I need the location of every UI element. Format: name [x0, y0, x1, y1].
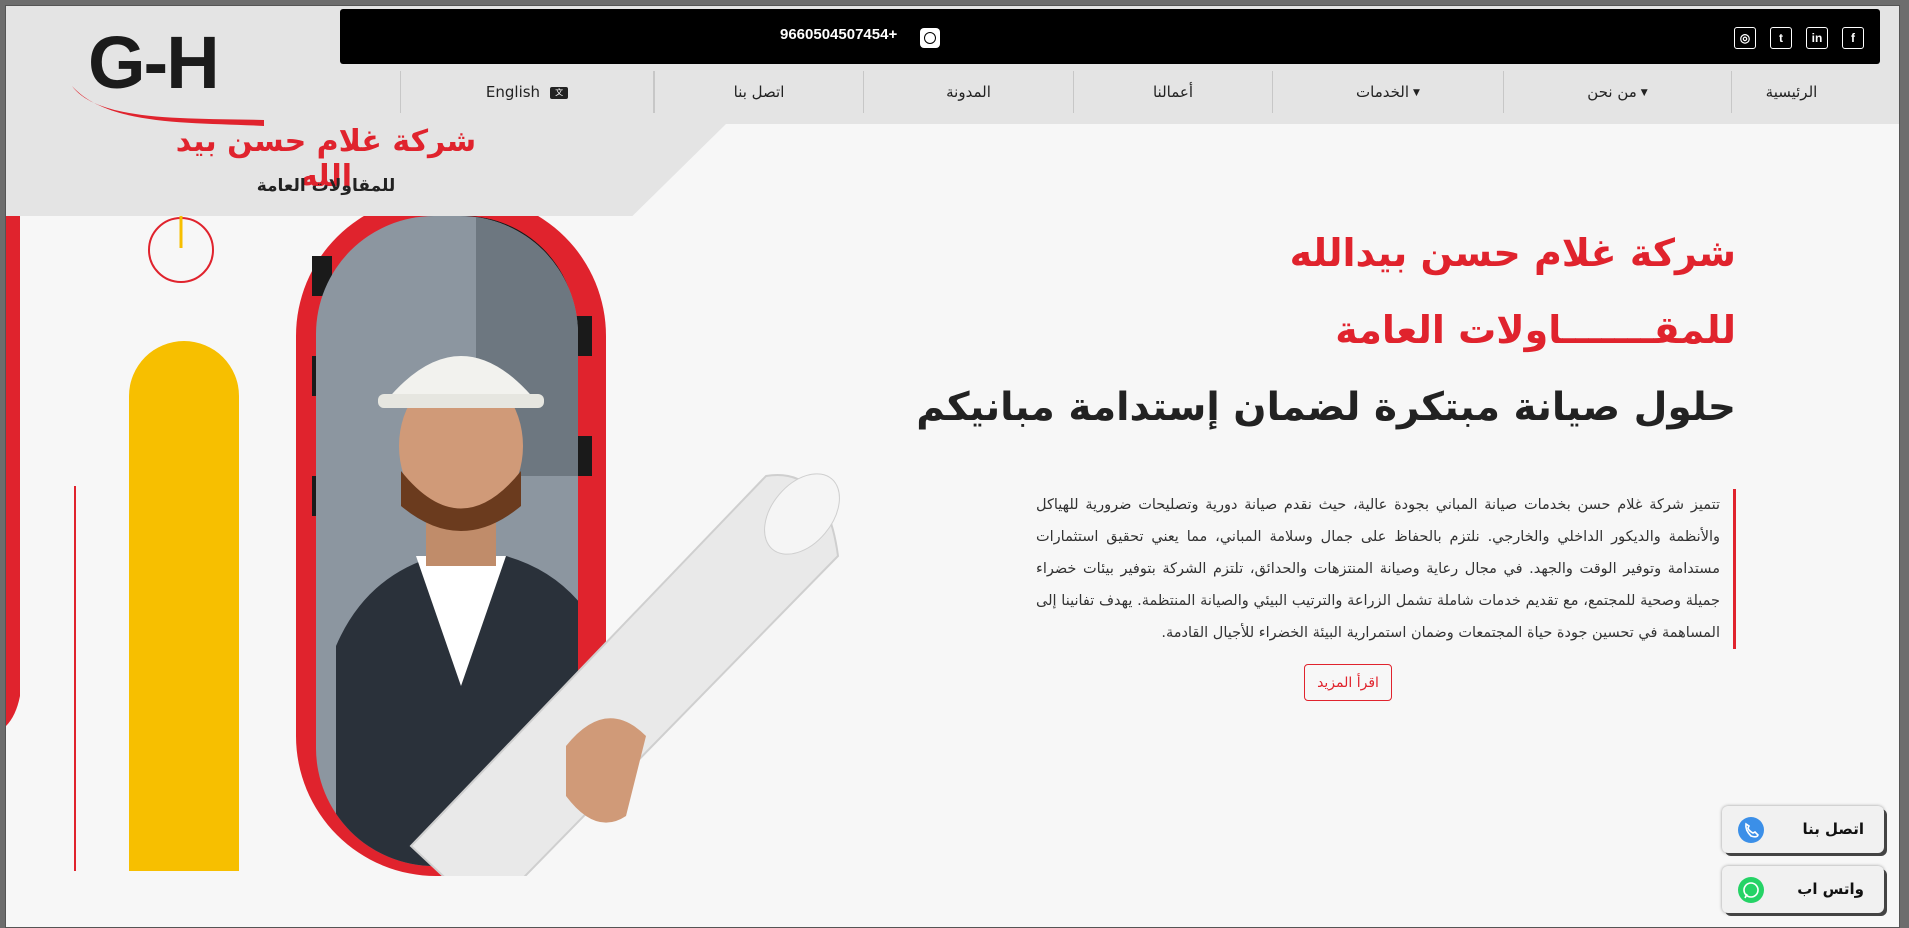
- nav-services[interactable]: الخدمات ▼: [1272, 71, 1503, 113]
- nav-language-label: English: [485, 83, 541, 101]
- phone-icon: [1738, 817, 1764, 843]
- yellow-pillar: [129, 341, 239, 871]
- nav-works[interactable]: أعمالنا: [1073, 71, 1272, 113]
- nav-works-label: أعمالنا: [1152, 83, 1194, 101]
- nav-contact-label: اتصل بنا: [733, 83, 785, 101]
- nav-about-label: من نحن: [1587, 83, 1637, 101]
- whatsapp-label: واتس اب: [1797, 880, 1864, 898]
- page: 9660504507454+ f in t ◎ الرئيسية من نحن ▼…: [5, 5, 1900, 928]
- whatsapp-icon[interactable]: [920, 28, 940, 48]
- read-more-button[interactable]: اقرأ المزيد: [1304, 664, 1392, 701]
- nav-about[interactable]: من نحن ▼: [1503, 71, 1731, 113]
- facebook-icon[interactable]: f: [1842, 27, 1864, 49]
- nav-home-label: الرئيسية: [1765, 83, 1818, 101]
- hero-title-line1: شركة غلام حسن بيدالله: [1289, 231, 1736, 275]
- chevron-down-icon: ▼: [1640, 87, 1648, 98]
- call-us-button[interactable]: اتصل بنا: [1722, 806, 1884, 853]
- whatsapp-button[interactable]: واتس اب: [1722, 866, 1884, 913]
- nav-blog-label: المدونة: [946, 83, 991, 101]
- hero-description: تتميز شركة غلام حسن بخدمات صيانة المباني…: [1036, 489, 1736, 649]
- language-icon: 文: [550, 86, 569, 99]
- hero-title-line3: حلول صيانة مبتكرة لضمان إستدامة مبانيكم: [916, 385, 1736, 430]
- nav-language[interactable]: English 文: [400, 71, 654, 113]
- logo-swoosh: [72, 86, 264, 126]
- instagram-icon[interactable]: ◎: [1734, 27, 1756, 49]
- company-subtitle: للمقاولات العامة: [256, 176, 396, 196]
- top-contact-bar: 9660504507454+ f in t ◎: [340, 9, 1880, 64]
- hero-illustration: [6, 216, 840, 876]
- red-accent-shape: [6, 216, 20, 726]
- nav-services-label: الخدمات: [1356, 83, 1410, 101]
- call-us-label: اتصل بنا: [1802, 820, 1864, 838]
- whatsapp-icon: [1738, 877, 1764, 903]
- nav-blog[interactable]: المدونة: [863, 71, 1073, 113]
- hero-title-line2: للمقـــــــاولات العامة: [1335, 308, 1736, 352]
- nav-home[interactable]: الرئيسية: [1731, 71, 1851, 113]
- phone-number[interactable]: 9660504507454+: [780, 26, 897, 43]
- twitter-icon[interactable]: t: [1770, 27, 1792, 49]
- linkedin-icon[interactable]: in: [1806, 27, 1828, 49]
- chevron-down-icon: ▼: [1413, 87, 1420, 98]
- nav-contact[interactable]: اتصل بنا: [654, 71, 863, 113]
